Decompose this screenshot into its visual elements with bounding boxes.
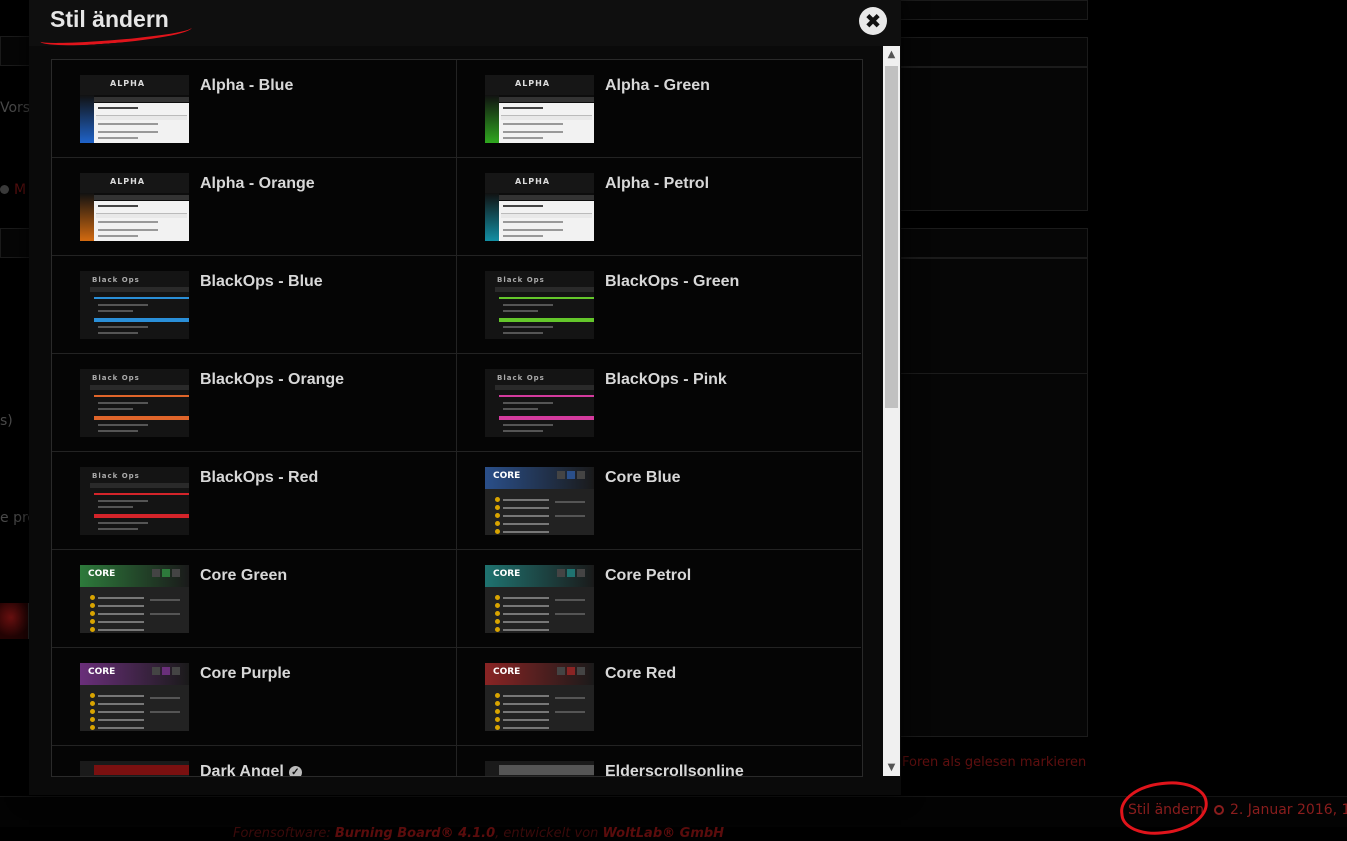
style-name: Alpha - Blue [200,77,293,95]
style-item[interactable]: Dark Angel ✓ [52,746,457,777]
style-name: Alpha - Petrol [605,175,709,193]
dialog-scrollbar[interactable]: ▲ ▼ [883,46,900,776]
style-name: BlackOps - Orange [200,371,344,389]
style-name: Core Green [200,567,287,585]
bg-panel [900,258,1088,374]
style-name-text: Alpha - Blue [200,77,294,94]
style-name-text: Alpha - Petrol [605,175,710,192]
style-item[interactable]: ALPHA Alpha - Green [457,60,861,158]
style-name: Core Purple [200,665,291,683]
style-grid: ALPHA Alpha - Blue ALPHA Alpha - Green ALPHA… [52,60,862,777]
style-preview-thumbnail: CORE [80,663,189,731]
style-preview-thumbnail: CORE [485,565,594,633]
style-preview-thumbnail: Black Ops [80,467,189,535]
bg-panel [900,67,1088,211]
bg-bullet [0,185,9,194]
style-name: BlackOps - Green [605,273,739,291]
footer-date: 2. Januar 2016, 12 [1229,802,1347,818]
bg-panel [0,228,31,258]
style-preview-thumbnail: ALPHA [80,173,189,241]
clock-icon [1213,805,1224,815]
style-item[interactable]: CORE Core Blue [457,452,861,550]
check-circle-icon: ✓ [288,766,302,776]
style-name-text: Alpha - Orange [200,175,315,192]
style-name-text: Elderscrollsonline [605,763,744,777]
credit-product-link[interactable]: Burning Board® 4.1.0 [335,826,495,841]
style-name: Elderscrollsonline [605,763,744,777]
mark-all-read-link[interactable]: Foren als gelesen markieren [902,755,1086,770]
style-preview-thumbnail: ALPHA [80,75,189,143]
style-preview-thumbnail [80,761,189,776]
style-name-text: Core Blue [605,469,681,486]
bg-panel [900,373,1088,737]
style-item[interactable]: CORE Core Red [457,648,861,746]
bg-avatar [0,603,29,639]
scroll-thumb[interactable] [885,66,898,408]
style-name-text: Core Red [605,665,677,682]
style-preview-thumbnail [485,761,594,776]
style-name: BlackOps - Red [200,469,318,487]
style-name-text: Dark Angel [200,763,284,777]
annotation-circle [1117,777,1211,839]
style-name-text: BlackOps - Green [605,273,740,290]
mark-all-read-label: Foren als gelesen markieren [902,755,1087,770]
bg-panel [900,0,1088,20]
style-name-text: BlackOps - Orange [200,371,345,388]
style-name-text: Core Petrol [605,567,692,584]
style-name: Dark Angel ✓ [200,763,302,777]
credit-mid: , entwickelt von [495,826,599,841]
style-name: Alpha - Orange [200,175,315,193]
style-name-text: Core Purple [200,665,291,682]
style-item[interactable]: CORE Core Petrol [457,550,861,648]
style-preview-thumbnail: Black Ops [485,271,594,339]
style-name: Core Blue [605,469,681,487]
scroll-down-arrow-icon[interactable]: ▼ [883,759,900,776]
software-credit: Forensoftware: Burning Board® 4.1.0, ent… [233,826,724,841]
style-list[interactable]: ALPHA Alpha - Blue ALPHA Alpha - Green ALPHA… [51,59,863,777]
style-preview-thumbnail: ALPHA [485,173,594,241]
style-item[interactable]: ALPHA Alpha - Petrol [457,158,861,256]
style-name: Core Petrol [605,567,691,585]
style-item[interactable]: Black Ops BlackOps - Pink [457,354,861,452]
close-icon[interactable]: ✖ [859,7,887,35]
style-name: BlackOps - Pink [605,371,727,389]
bg-panel [0,36,31,66]
style-name: BlackOps - Blue [200,273,323,291]
style-name-text: BlackOps - Red [200,469,319,486]
bg-panel [900,228,1088,258]
style-item[interactable]: CORE Core Purple [52,648,457,746]
style-name-text: Core Green [200,567,288,584]
style-preview-thumbnail: Black Ops [80,369,189,437]
style-item[interactable]: ALPHA Alpha - Blue [52,60,457,158]
change-style-dialog: Stil ändern ✖ ALPHA Alpha - Blue ALPHA Alph… [29,0,901,795]
style-preview-thumbnail: Black Ops [485,369,594,437]
scroll-up-arrow-icon[interactable]: ▲ [883,46,900,63]
style-preview-thumbnail: ALPHA [485,75,594,143]
style-preview-thumbnail: Black Ops [80,271,189,339]
bg-panel [900,37,1088,67]
style-item[interactable]: Black Ops BlackOps - Green [457,256,861,354]
style-item[interactable]: CORE Core Green [52,550,457,648]
style-preview-thumbnail: CORE [80,565,189,633]
style-item[interactable]: ALPHA Alpha - Orange [52,158,457,256]
style-item[interactable]: Black Ops BlackOps - Red [52,452,457,550]
style-name-text: Alpha - Green [605,77,710,94]
style-item[interactable]: Elderscrollsonline [457,746,861,777]
style-item[interactable]: Black Ops BlackOps - Blue [52,256,457,354]
style-item[interactable]: Black Ops BlackOps - Orange [52,354,457,452]
style-name: Alpha - Green [605,77,710,95]
bg-fragment: s) [0,413,13,429]
style-name: Core Red [605,665,676,683]
style-name-text: BlackOps - Pink [605,371,727,388]
bg-fragment[interactable]: M [14,182,26,198]
style-preview-thumbnail: CORE [485,663,594,731]
style-preview-thumbnail: CORE [485,467,594,535]
credit-prefix: Forensoftware: [233,826,331,841]
credit-company-link[interactable]: WoltLab® GmbH [603,826,725,841]
style-name-text: BlackOps - Blue [200,273,323,290]
